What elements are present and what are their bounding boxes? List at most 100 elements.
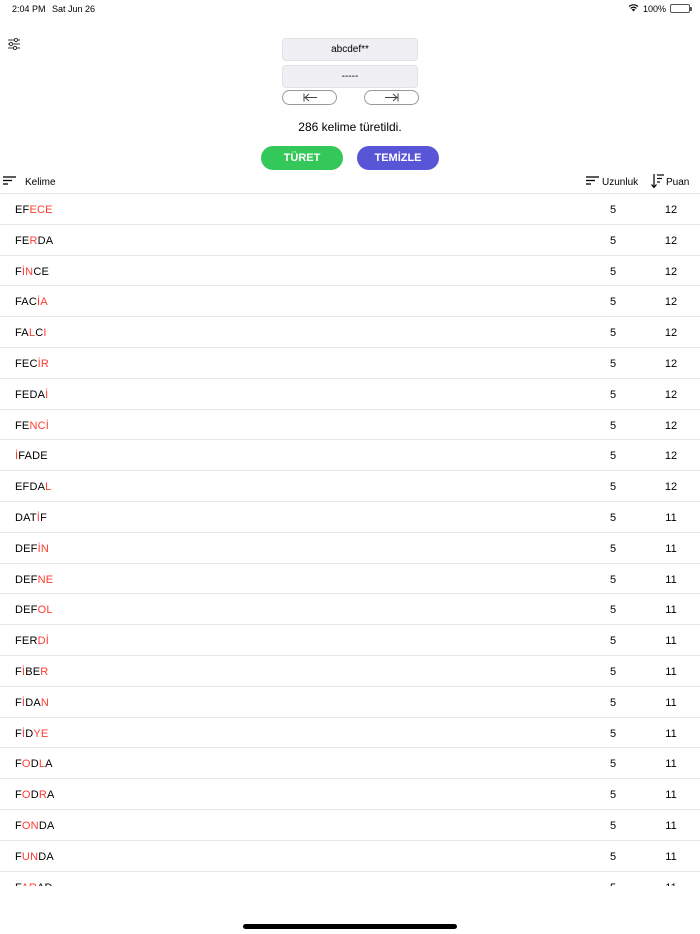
clear-button[interactable]: TEMİZLE xyxy=(357,146,439,170)
table-row[interactable]: FECİR 5 12 xyxy=(0,348,700,379)
score-cell: 11 xyxy=(665,850,677,863)
score-cell: 11 xyxy=(662,882,680,886)
length-cell: 5 xyxy=(609,388,617,401)
score-cell: 12 xyxy=(664,204,678,216)
table-row[interactable]: FİNCE 5 12 xyxy=(0,256,700,287)
given-letters: FAC xyxy=(15,296,37,309)
score-cell: 11 xyxy=(665,789,677,802)
home-indicator[interactable] xyxy=(243,924,457,929)
word-cell: DEFİN xyxy=(15,543,49,555)
table-row[interactable]: FEDAİ 5 12 xyxy=(0,379,700,410)
wildcard-letters: O xyxy=(21,789,31,802)
wildcard-letters: R xyxy=(29,234,38,247)
sort-lines-icon xyxy=(3,176,17,188)
word-cell: FALCI xyxy=(15,327,47,339)
move-right-button[interactable] xyxy=(364,90,419,105)
table-row[interactable]: EFDAL 5 12 xyxy=(0,471,700,502)
wildcard-letters: İA xyxy=(37,296,48,309)
table-row[interactable]: EFECE 5 12 xyxy=(0,194,700,225)
arrow-to-start-icon xyxy=(302,89,318,107)
score-cell: 11 xyxy=(665,635,677,648)
sliders-icon[interactable] xyxy=(7,37,23,51)
table-row[interactable]: İFADE 5 12 xyxy=(0,440,700,472)
given-letters: CE xyxy=(33,265,50,278)
table-row[interactable]: FODLA 5 11 xyxy=(0,748,700,780)
table-row[interactable]: FODRA 5 11 xyxy=(0,779,700,810)
table-row[interactable]: FİDAN 5 11 xyxy=(0,687,700,718)
table-row[interactable]: FARAD 5 11 xyxy=(0,872,700,886)
word-cell: FERDİ xyxy=(15,635,49,647)
wildcard-letters: L xyxy=(45,481,52,494)
length-cell: 5 xyxy=(609,758,617,771)
word-cell: İFADE xyxy=(15,450,48,462)
sort-by-score-button[interactable]: Puan xyxy=(651,173,689,192)
table-row[interactable]: FİDYE 5 11 xyxy=(0,718,700,749)
word-cell: FENCİ xyxy=(15,420,49,432)
table-row[interactable]: FENCİ 5 12 xyxy=(0,410,700,441)
length-cell: 5 xyxy=(609,296,617,309)
table-row[interactable]: FONDA 5 11 xyxy=(0,810,700,841)
length-cell: 5 xyxy=(609,234,617,247)
table-row[interactable]: FALCI 5 12 xyxy=(0,317,700,348)
word-cell: FEDAİ xyxy=(15,389,48,401)
given-letters: FADE xyxy=(18,450,48,463)
word-cell: FARAD xyxy=(15,882,53,886)
word-cell: FİNCE xyxy=(15,266,49,278)
length-cell: 5 xyxy=(609,450,617,463)
wildcard-letters: İR xyxy=(37,357,50,370)
given-letters: DA xyxy=(25,696,41,709)
table-row[interactable]: FACİA 5 12 xyxy=(0,286,700,318)
table-row[interactable]: DEFİN 5 11 xyxy=(0,533,700,564)
table-row[interactable]: FERDİ 5 11 xyxy=(0,625,700,656)
given-letters: DA xyxy=(38,850,54,863)
length-cell: 5 xyxy=(609,789,617,802)
move-left-button[interactable] xyxy=(282,90,337,105)
given-letters: F xyxy=(15,758,22,771)
given-letters: EF xyxy=(15,204,30,216)
score-cell: 11 xyxy=(665,727,677,740)
status-date: Sat Jun 26 xyxy=(52,4,96,14)
score-cell: 12 xyxy=(664,419,678,432)
length-cell: 5 xyxy=(609,604,617,617)
word-cell: EFDAL xyxy=(15,481,51,493)
given-letters: FE xyxy=(15,419,30,432)
word-list: EFECE 5 12 FERDA 5 12 FİNCE 5 12 FACİA 5 12 FALCI 5 12… xyxy=(0,194,700,886)
given-letters: A xyxy=(45,758,53,771)
table-row[interactable]: FUNDA 5 11 xyxy=(0,841,700,872)
length-cell: 5 xyxy=(609,696,617,709)
length-cell: 5 xyxy=(609,419,617,432)
word-cell: FUNDA xyxy=(15,851,54,863)
letters-input[interactable]: abcdef** xyxy=(282,38,418,61)
wildcard-letters: NCİ xyxy=(29,419,50,432)
sort-by-length-button[interactable]: Uzunluk xyxy=(586,176,638,188)
word-cell: FİDAN xyxy=(15,697,49,709)
pattern-input[interactable]: ----- xyxy=(282,65,418,88)
given-letters: DEF xyxy=(15,573,38,586)
sort-by-word-button[interactable]: Kelime xyxy=(3,176,56,188)
table-row[interactable]: FERDA 5 12 xyxy=(0,225,700,256)
sort-lines-icon xyxy=(586,176,600,188)
given-letters: F xyxy=(15,265,22,278)
given-letters: F xyxy=(15,789,22,802)
wildcard-letters: R xyxy=(40,665,49,678)
given-letters: D xyxy=(30,758,39,771)
length-cell: 5 xyxy=(609,204,617,216)
score-cell: 12 xyxy=(664,481,678,494)
table-row[interactable]: DATİF 5 11 xyxy=(0,502,700,533)
word-cell: FİDYE xyxy=(15,728,48,740)
table-row[interactable]: DEFNE 5 11 xyxy=(0,564,700,595)
score-cell: 11 xyxy=(665,665,677,678)
generate-button[interactable]: TÜRET xyxy=(261,146,343,170)
word-cell: FECİR xyxy=(15,358,49,370)
given-letters: DA xyxy=(38,819,55,832)
length-cell: 5 xyxy=(609,327,617,340)
length-cell: 5 xyxy=(609,819,617,832)
length-cell: 5 xyxy=(609,357,617,370)
score-cell: 12 xyxy=(664,265,678,278)
table-row[interactable]: FİBER 5 11 xyxy=(0,656,700,687)
given-letters: AD xyxy=(37,882,53,886)
table-header: Kelime Uzunluk Puan xyxy=(0,170,700,194)
given-letters: DEF xyxy=(15,542,38,555)
given-letters: D xyxy=(30,789,39,802)
table-row[interactable]: DEFOL 5 11 xyxy=(0,594,700,626)
